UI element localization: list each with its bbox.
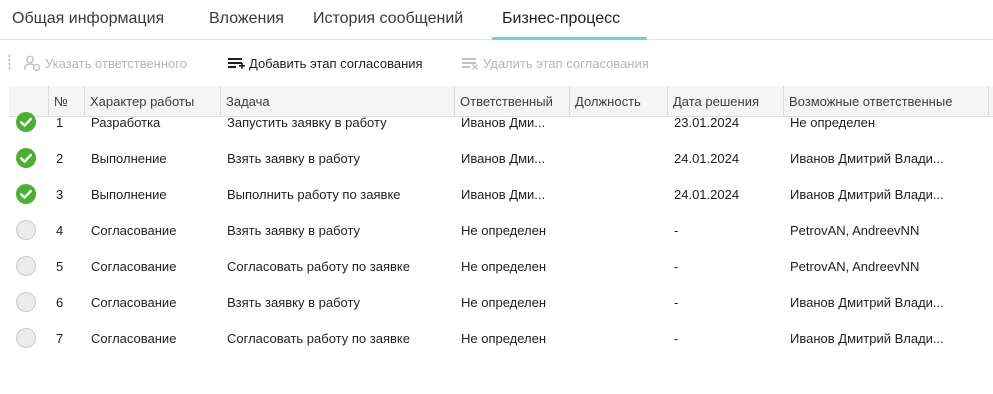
- cell-number: 2: [56, 150, 64, 166]
- cell-task: Взять заявку в работу: [227, 294, 361, 310]
- delete-stage-label: Удалить этап согласования: [483, 55, 649, 71]
- cell-work-type: Согласование: [91, 222, 177, 238]
- pending-status-icon: [16, 328, 36, 348]
- cell-number: 7: [56, 330, 64, 346]
- cell-decision-date: -: [674, 294, 679, 310]
- tab-bar: Общая информация Вложения История сообще…: [0, 0, 993, 40]
- cell-responsible: Иванов Дми...: [461, 186, 546, 202]
- active-tab-indicator: [492, 37, 647, 40]
- tab-attachments[interactable]: Вложения: [209, 10, 284, 28]
- cell-possible-responsibles: Иванов Дмитрий Влади...: [790, 330, 944, 346]
- cell-work-type: Выполнение: [91, 186, 167, 202]
- cell-work-type: Разработка: [91, 114, 161, 130]
- cell-decision-date: -: [674, 222, 679, 238]
- cell-work-type: Выполнение: [91, 150, 167, 166]
- add-list-icon: [226, 54, 246, 72]
- cell-task: Запустить заявку в работу: [227, 114, 387, 130]
- cell-decision-date: -: [674, 330, 679, 346]
- table-row[interactable]: 6 Согласование Взять заявку в работу Не опр…: [9, 284, 993, 320]
- cell-decision-date: -: [674, 258, 679, 274]
- cell-position: [576, 140, 668, 176]
- cell-task: Согласовать работу по заявке: [227, 258, 410, 274]
- completed-check-icon: [16, 112, 36, 132]
- table-row[interactable]: 1 Разработка Запустить заявку в работу Иван…: [9, 104, 993, 140]
- tab-business-process[interactable]: Бизнес-процесс: [502, 10, 620, 28]
- pending-status-icon: [16, 256, 36, 276]
- table-row[interactable]: 2 Выполнение Взять заявку в работу Иванов Д…: [9, 140, 993, 176]
- user-assign-icon: [22, 54, 42, 72]
- cell-position: [576, 320, 668, 356]
- table-row[interactable]: 5 Согласование Согласовать работу по заявк…: [9, 248, 993, 284]
- pending-status-icon: [16, 220, 36, 240]
- cell-number: 5: [56, 258, 64, 274]
- cell-task: Выполнить работу по заявке: [227, 186, 401, 202]
- cell-task: Согласовать работу по заявке: [227, 330, 410, 346]
- toolbar-grip[interactable]: [8, 54, 11, 70]
- cell-number: 6: [56, 294, 64, 310]
- cell-responsible: Иванов Дми...: [461, 150, 546, 166]
- cell-possible-responsibles: Иванов Дмитрий Влади...: [790, 294, 944, 310]
- add-stage-button[interactable]: Добавить этап согласования: [226, 53, 423, 73]
- cell-work-type: Согласование: [91, 330, 177, 346]
- cell-work-type: Согласование: [91, 258, 177, 274]
- cell-number: 1: [56, 114, 64, 130]
- table-row[interactable]: 3 Выполнение Выполнить работу по заявке Ива…: [9, 176, 993, 212]
- pending-status-icon: [16, 292, 36, 312]
- cell-possible-responsibles: Иванов Дмитрий Влади...: [790, 150, 944, 166]
- cell-possible-responsibles: Иванов Дмитрий Влади...: [790, 186, 944, 202]
- cell-possible-responsibles: Не определен: [790, 114, 876, 130]
- assign-responsible-label: Указать ответственного: [45, 55, 187, 71]
- tab-general-info[interactable]: Общая информация: [12, 10, 164, 28]
- cell-position: [576, 176, 668, 212]
- cell-possible-responsibles: PetrovAN, AndreevNN: [790, 258, 920, 274]
- cell-number: 4: [56, 222, 64, 238]
- cell-responsible: Не определен: [461, 294, 547, 310]
- table-row[interactable]: 4 Согласование Взять заявку в работу Не опр…: [9, 212, 993, 248]
- cell-possible-responsibles: PetrovAN, AndreevNN: [790, 222, 920, 238]
- table-row[interactable]: 7 Согласование Согласовать работу по заявк…: [9, 320, 993, 356]
- cell-position: [576, 248, 668, 284]
- cell-responsible: Не определен: [461, 222, 547, 238]
- add-stage-label: Добавить этап согласования: [249, 55, 423, 71]
- cell-task: Взять заявку в работу: [227, 150, 361, 166]
- cell-position: [576, 212, 668, 248]
- business-process-table: № Характер работы Задача Ответственный Д…: [9, 86, 993, 394]
- cell-number: 3: [56, 186, 64, 202]
- tab-message-history[interactable]: История сообщений: [313, 10, 463, 28]
- cell-decision-date: 23.01.2024: [674, 114, 740, 130]
- toolbar: Указать ответственного Добавить этап сог…: [0, 41, 993, 84]
- delete-stage-button[interactable]: Удалить этап согласования: [460, 53, 649, 73]
- cell-responsible: Не определен: [461, 258, 547, 274]
- completed-check-icon: [16, 184, 36, 204]
- cell-work-type: Согласование: [91, 294, 177, 310]
- cell-decision-date: 24.01.2024: [674, 186, 740, 202]
- cell-position: [576, 104, 668, 140]
- cell-task: Взять заявку в работу: [227, 222, 361, 238]
- assign-responsible-button[interactable]: Указать ответственного: [22, 53, 187, 73]
- cell-responsible: Не определен: [461, 330, 547, 346]
- completed-check-icon: [16, 148, 36, 168]
- cell-responsible: Иванов Дми...: [461, 114, 546, 130]
- cell-position: [576, 284, 668, 320]
- cell-decision-date: 24.01.2024: [674, 150, 740, 166]
- remove-list-icon: [460, 54, 480, 72]
